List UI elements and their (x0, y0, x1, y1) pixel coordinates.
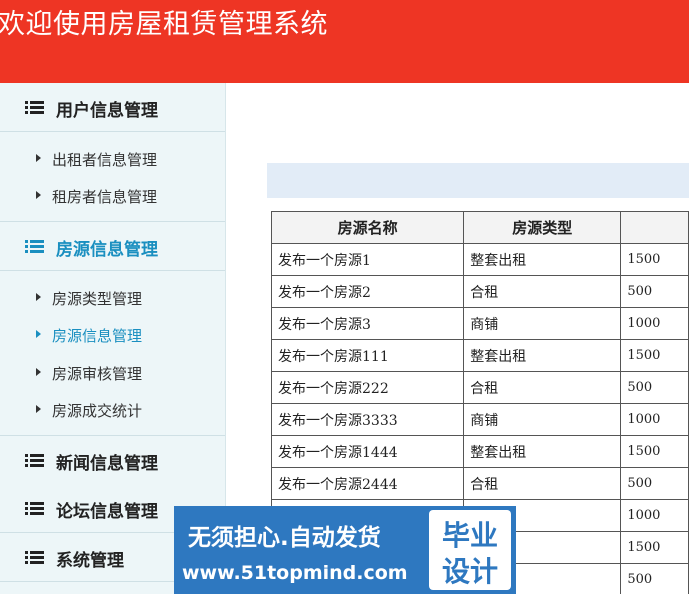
sidebar-item-landlord-info[interactable]: 出租者信息管理 (0, 140, 225, 177)
caret-right-icon (36, 293, 41, 301)
watermark-banner: 无须担心.自动发货 www.51topmind.com 毕业 设计 (174, 506, 516, 594)
cell-name: 发布一个房源2 (270, 275, 465, 308)
cell-price: 500 (620, 467, 689, 500)
cell-type: 合租 (463, 371, 622, 404)
sidebar-group-property-info[interactable]: 房源信息管理 (0, 221, 225, 271)
cell-price: 1500 (620, 339, 689, 372)
caret-right-icon (36, 191, 41, 199)
sidebar-group-label: 房源信息管理 (56, 240, 158, 260)
sidebar-item-property-type[interactable]: 房源类型管理 (0, 279, 225, 316)
table-row[interactable]: 发布一个房源222 合租 500 (270, 371, 689, 404)
cell-type: 商铺 (463, 307, 622, 340)
caret-right-icon (36, 368, 41, 376)
table-row[interactable]: 发布一个房源3333 商铺 1000 (270, 403, 689, 436)
watermark-url: www.51topmind.com (182, 562, 408, 584)
list-icon (25, 502, 44, 515)
cell-price: 1500 (620, 531, 689, 564)
watermark-badge-line2: 设计 (441, 555, 498, 588)
table-header-row: 房源名称 房源类型 (270, 211, 689, 244)
cell-type: 合租 (463, 467, 622, 500)
cell-price: 1000 (620, 499, 689, 532)
list-icon (25, 101, 44, 114)
table-row[interactable]: 发布一个房源111 整套出租 1500 (270, 339, 689, 372)
watermark-badge-line1: 毕业 (441, 519, 498, 552)
column-header: 房源名称 (270, 211, 465, 244)
watermark-badge: 毕业 设计 (429, 510, 511, 590)
table-row[interactable]: 发布一个房源1 整套出租 1500 (270, 243, 689, 276)
cell-price: 500 (620, 371, 689, 404)
cell-name: 发布一个房源3333 (270, 403, 465, 436)
app-title: 欢迎使用房屋租赁管理系统 (0, 9, 328, 40)
sidebar-group-label: 系统管理 (56, 551, 124, 571)
sidebar-group-label: 用户信息管理 (56, 101, 158, 121)
table-row[interactable]: 发布一个房源1444 整套出租 1500 (270, 435, 689, 468)
column-header (620, 211, 689, 244)
caret-right-icon (36, 330, 41, 338)
sidebar-item-label: 房源信息管理 (52, 327, 143, 345)
cell-price: 500 (620, 563, 689, 594)
table-row[interactable]: 发布一个房源2 合租 500 (270, 275, 689, 308)
cell-type: 整套出租 (463, 339, 622, 372)
cell-name: 发布一个房源2444 (270, 467, 465, 500)
cell-price: 1500 (620, 243, 689, 276)
cell-type: 整套出租 (463, 243, 622, 276)
cell-type: 整套出租 (463, 435, 622, 468)
app-header: 欢迎使用房屋租赁管理系统 (0, 0, 689, 83)
cell-price: 1000 (620, 307, 689, 340)
cell-name: 发布一个房源222 (270, 371, 465, 404)
cell-type: 合租 (463, 275, 622, 308)
column-header: 房源类型 (463, 211, 622, 244)
cell-name: 发布一个房源1444 (270, 435, 465, 468)
list-icon (25, 551, 44, 564)
sidebar-item-property-info[interactable]: 房源信息管理 (0, 316, 225, 353)
sidebar-item-label: 租房者信息管理 (52, 188, 158, 206)
sidebar-item-label: 房源类型管理 (52, 290, 143, 308)
list-icon (25, 240, 44, 253)
watermark-slogan: 无须担心.自动发货 (188, 525, 381, 551)
sidebar-item-deal-stats[interactable]: 房源成交统计 (0, 391, 225, 428)
sidebar-group-user-info[interactable]: 用户信息管理 (0, 83, 225, 132)
caret-right-icon (36, 405, 41, 413)
cell-name: 发布一个房源111 (270, 339, 465, 372)
cell-name: 发布一个房源3 (270, 307, 465, 340)
caret-right-icon (36, 154, 41, 162)
cell-price: 500 (620, 275, 689, 308)
cell-price: 1500 (620, 435, 689, 468)
toolbar-band (267, 163, 689, 198)
sidebar-group-label: 新闻信息管理 (56, 454, 158, 474)
table-row[interactable]: 发布一个房源2444 合租 500 (270, 467, 689, 500)
sidebar-group-label: 论坛信息管理 (56, 502, 158, 522)
sidebar-group-news[interactable]: 新闻信息管理 (0, 435, 225, 485)
sidebar-item-tenant-info[interactable]: 租房者信息管理 (0, 177, 225, 214)
table-row[interactable]: 发布一个房源3 商铺 1000 (270, 307, 689, 340)
list-icon (25, 454, 44, 467)
sidebar-item-label: 房源审核管理 (52, 365, 143, 383)
sidebar-item-label: 出租者信息管理 (52, 151, 158, 169)
sidebar-item-label: 房源成交统计 (52, 402, 143, 420)
cell-type: 商铺 (463, 403, 622, 436)
cell-name: 发布一个房源1 (270, 243, 465, 276)
cell-price: 1000 (620, 403, 689, 436)
sidebar-item-property-review[interactable]: 房源审核管理 (0, 354, 225, 391)
